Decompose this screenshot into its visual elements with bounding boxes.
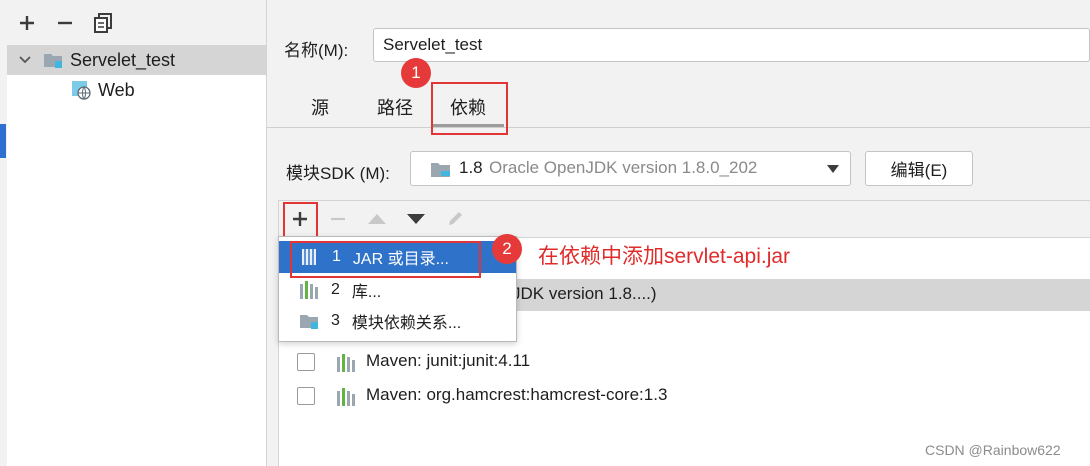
tabs-divider — [267, 127, 1090, 128]
sdk-folder-icon — [430, 160, 452, 179]
dependency-row[interactable]: Maven: junit:junit:4.11 — [279, 347, 1090, 379]
dropdown-arrow-icon[interactable] — [827, 165, 839, 173]
dependency-label: Maven: junit:junit:4.11 — [366, 351, 531, 370]
dependency-checkbox[interactable] — [297, 387, 315, 405]
watermark: CSDN @Rainbow622 — [925, 442, 1061, 458]
library-icon — [299, 281, 321, 299]
menu-item-label: 库... — [351, 284, 382, 301]
tab-sources[interactable]: 源 — [311, 94, 329, 120]
minus-icon[interactable] — [325, 206, 351, 232]
annotation-note: 在依赖中添加servlet-api.jar — [538, 245, 791, 268]
sdk-version: 1.8 — [459, 158, 483, 177]
dependency-row[interactable]: Maven: org.hamcrest:hamcrest-core:1.3 — [279, 381, 1090, 413]
chevron-down-icon[interactable] — [18, 55, 32, 65]
highlight-box-add-button — [283, 202, 318, 238]
menu-item-label: 模块依赖关系... — [351, 315, 462, 332]
selection-marker — [0, 124, 6, 158]
edit-sdk-button[interactable]: 编辑(E) — [865, 151, 973, 186]
library-icon — [336, 388, 358, 406]
arrow-up-icon[interactable] — [364, 206, 390, 232]
highlight-box-dependencies-tab — [431, 82, 508, 135]
dependencies-toolbar — [279, 201, 1090, 238]
library-icon — [336, 354, 358, 372]
pencil-icon[interactable] — [442, 206, 468, 232]
plus-icon[interactable] — [16, 12, 38, 34]
module-name-input[interactable]: Servelet_test — [373, 28, 1090, 62]
minus-icon[interactable] — [54, 12, 76, 34]
tree-item-label: Servelet_test — [70, 49, 176, 70]
arrow-down-icon[interactable] — [403, 206, 429, 232]
dependency-checkbox[interactable] — [297, 353, 315, 371]
name-label: 名称(M): — [284, 41, 349, 60]
web-facet-icon — [71, 80, 91, 100]
tree-item-servelet-test[interactable]: Servelet_test — [7, 45, 266, 75]
step-badge-2: 2 — [492, 234, 522, 264]
highlight-box-jar-item — [290, 241, 481, 278]
step-badge-1: 1 — [401, 58, 431, 88]
sdk-detail: Oracle OpenJDK version 1.8.0_202 — [489, 158, 758, 177]
module-folder-icon — [43, 51, 63, 69]
jdk-row-text: JDK version 1.8....) — [512, 284, 657, 303]
menu-item-number: 3 — [331, 312, 340, 329]
sdk-label: 模块SDK (M): — [286, 164, 390, 183]
tree-toolbar — [7, 0, 266, 45]
module-icon — [299, 312, 319, 330]
module-sdk-select[interactable]: 1.8 Oracle OpenJDK version 1.8.0_202 — [410, 151, 851, 186]
project-structure-tree-panel: Servelet_test Web — [7, 0, 267, 466]
module-settings-panel: 名称(M): Servelet_test 源 路径 依赖 1 模块SDK (M)… — [267, 0, 1090, 466]
copy-icon[interactable] — [92, 12, 114, 34]
menu-item-library[interactable]: 2 库... — [279, 274, 516, 306]
tree-item-web[interactable]: Web — [7, 75, 266, 105]
tree-item-label: Web — [98, 79, 135, 100]
dependency-label: Maven: org.hamcrest:hamcrest-core:1.3 — [366, 385, 668, 404]
menu-item-number: 2 — [331, 281, 340, 298]
tab-paths[interactable]: 路径 — [377, 94, 413, 120]
menu-item-module-dependency[interactable]: 3 模块依赖关系... — [279, 305, 516, 337]
